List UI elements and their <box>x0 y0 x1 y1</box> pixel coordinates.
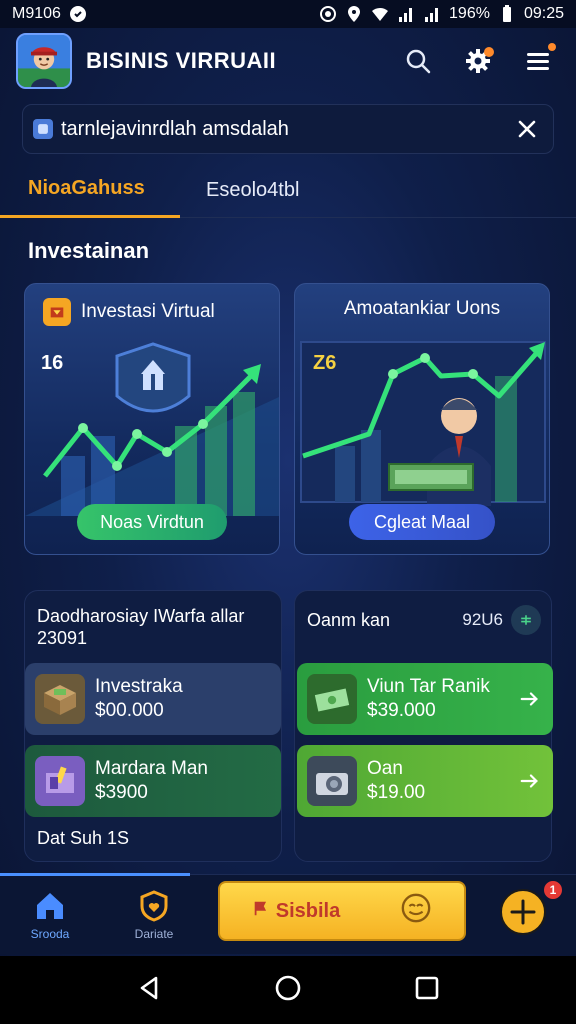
signal-icon-2 <box>423 5 441 23</box>
signal-icon <box>397 5 415 23</box>
list-item[interactable]: Oan $19.00 <box>297 745 553 817</box>
recents-button[interactable] <box>412 973 442 1008</box>
smile-icon <box>400 892 432 930</box>
add-investment-button[interactable] <box>500 889 546 935</box>
investment-card-virtual[interactable]: Investasi Virtual 16 Noas Virdtun <box>24 283 280 555</box>
nav-home-label: Srooda <box>30 927 70 941</box>
recents-square-icon <box>415 976 438 999</box>
status-bar: M9106 196% 09:25 <box>0 0 576 28</box>
nav-indicator <box>0 873 190 876</box>
panel-title: Daodharosiay IWarfa allar 23091 <box>37 606 245 648</box>
notification-dot <box>484 47 494 57</box>
app-title: BISINIS VIRRUAII <box>86 48 277 73</box>
card-number-value: 16 <box>41 352 64 374</box>
home-nav-button[interactable] <box>273 973 303 1008</box>
panel-count: 92U6 <box>462 610 503 629</box>
earnings-panel: Oanm kan 92U6 Viun Tar Ranik $39.000 Oan… <box>294 590 553 862</box>
plus-icon <box>521 615 531 625</box>
location-icon <box>345 5 363 23</box>
announcement-banner: tarnlejavinrdlah amsdalah <box>22 104 554 154</box>
panel-footer: Dat Suh 1S <box>37 828 130 848</box>
item-name: Oan <box>367 758 403 779</box>
arrow-right-icon[interactable] <box>517 768 543 794</box>
growth-chart-illustration <box>25 342 279 516</box>
flag-icon <box>252 899 270 923</box>
app-header: BISINIS VIRRUAII <box>0 28 576 94</box>
status-time-left: M9106 <box>12 5 61 22</box>
investment-card-earnings[interactable]: Amoatankiar Uons Z6 Cgleat Maal <box>294 283 550 555</box>
tab-secondary[interactable]: Eseolo4tbl <box>206 162 299 218</box>
card-action-button[interactable]: Noas Virdtun <box>77 504 227 540</box>
close-icon <box>518 120 536 138</box>
portfolio-panel: Daodharosiay IWarfa allar 23091 Investra… <box>24 590 282 862</box>
banner-text: tarnlejavinrdlah amsdalah <box>61 117 289 140</box>
back-button[interactable] <box>134 973 164 1008</box>
app-screen: M9106 196% 09:25 BISINIS VIRRUAII tarnle… <box>0 0 576 1024</box>
camera-icon <box>307 756 357 806</box>
settings-button[interactable] <box>456 39 500 83</box>
cash-icon <box>307 674 357 724</box>
section-title: Investainan <box>28 238 150 263</box>
home-circle-icon <box>275 975 301 1000</box>
notification-badge: 1 <box>542 879 564 901</box>
item-amount: $19.00 <box>367 782 426 803</box>
plus-icon <box>510 899 536 925</box>
close-banner-button[interactable] <box>511 113 543 145</box>
list-item[interactable]: Investraka $00.000 <box>25 663 281 735</box>
bottom-nav: Srooda Dariate Sisbila 1 <box>0 873 576 954</box>
info-icon <box>33 119 53 139</box>
card-header: Amoatankiar Uons <box>295 298 549 320</box>
battery-percent: 196% <box>449 5 490 22</box>
menu-notification-dot <box>548 43 556 51</box>
item-name: Investraka <box>95 676 183 697</box>
back-triangle-icon <box>141 976 158 999</box>
status-time-right: 09:25 <box>523 5 564 22</box>
notification-icon <box>69 5 87 23</box>
item-name: Viun Tar Ranik <box>367 676 490 697</box>
android-nav-bar <box>0 956 576 1024</box>
list-item[interactable]: Mardara Man $3900 <box>25 745 281 817</box>
package-icon <box>35 756 85 806</box>
card-action-button[interactable]: Cgleat Maal <box>349 504 495 540</box>
panel-label: Oanm kan <box>307 609 391 630</box>
crate-icon <box>35 674 85 724</box>
hamburger-icon <box>527 53 549 70</box>
card-header: Investasi Virtual <box>25 298 279 326</box>
wifi-icon <box>371 5 389 23</box>
card-title: Amoatankiar Uons <box>343 298 501 319</box>
search-icon <box>406 49 431 74</box>
card-number: 16 <box>41 352 63 375</box>
avatar[interactable] <box>16 33 72 89</box>
nav-home[interactable]: Srooda <box>20 889 80 941</box>
list-item[interactable]: Viun Tar Ranik $39.000 <box>297 663 553 735</box>
add-button[interactable] <box>511 605 541 635</box>
item-amount: $00.000 <box>95 700 164 721</box>
panel-header: Oanm kan 92U6 <box>307 605 541 635</box>
arrow-right-icon[interactable] <box>517 686 543 712</box>
item-amount: $39.000 <box>367 700 436 721</box>
card-title: Investasi Virtual <box>81 301 215 322</box>
tab-primary[interactable]: NioaGahuss <box>0 162 180 218</box>
card-number-value: Z6 <box>313 352 337 374</box>
menu-button[interactable] <box>516 39 560 83</box>
cta-button[interactable]: Sisbila <box>218 881 466 941</box>
tab-bar: NioaGahuss Eseolo4tbl <box>0 162 576 218</box>
nav-rank[interactable]: Dariate <box>124 889 184 941</box>
wallet-icon <box>43 298 71 326</box>
item-name: Mardara Man <box>95 758 208 779</box>
search-button[interactable] <box>396 39 440 83</box>
nav-rank-label: Dariate <box>134 927 174 941</box>
home-icon <box>37 893 63 919</box>
card-number: Z6 <box>313 352 336 375</box>
cta-label: Sisbila <box>275 899 341 922</box>
shield-heart-icon <box>140 890 168 922</box>
battery-icon <box>498 5 516 23</box>
item-amount: $3900 <box>95 782 148 803</box>
dnd-icon <box>319 5 337 23</box>
